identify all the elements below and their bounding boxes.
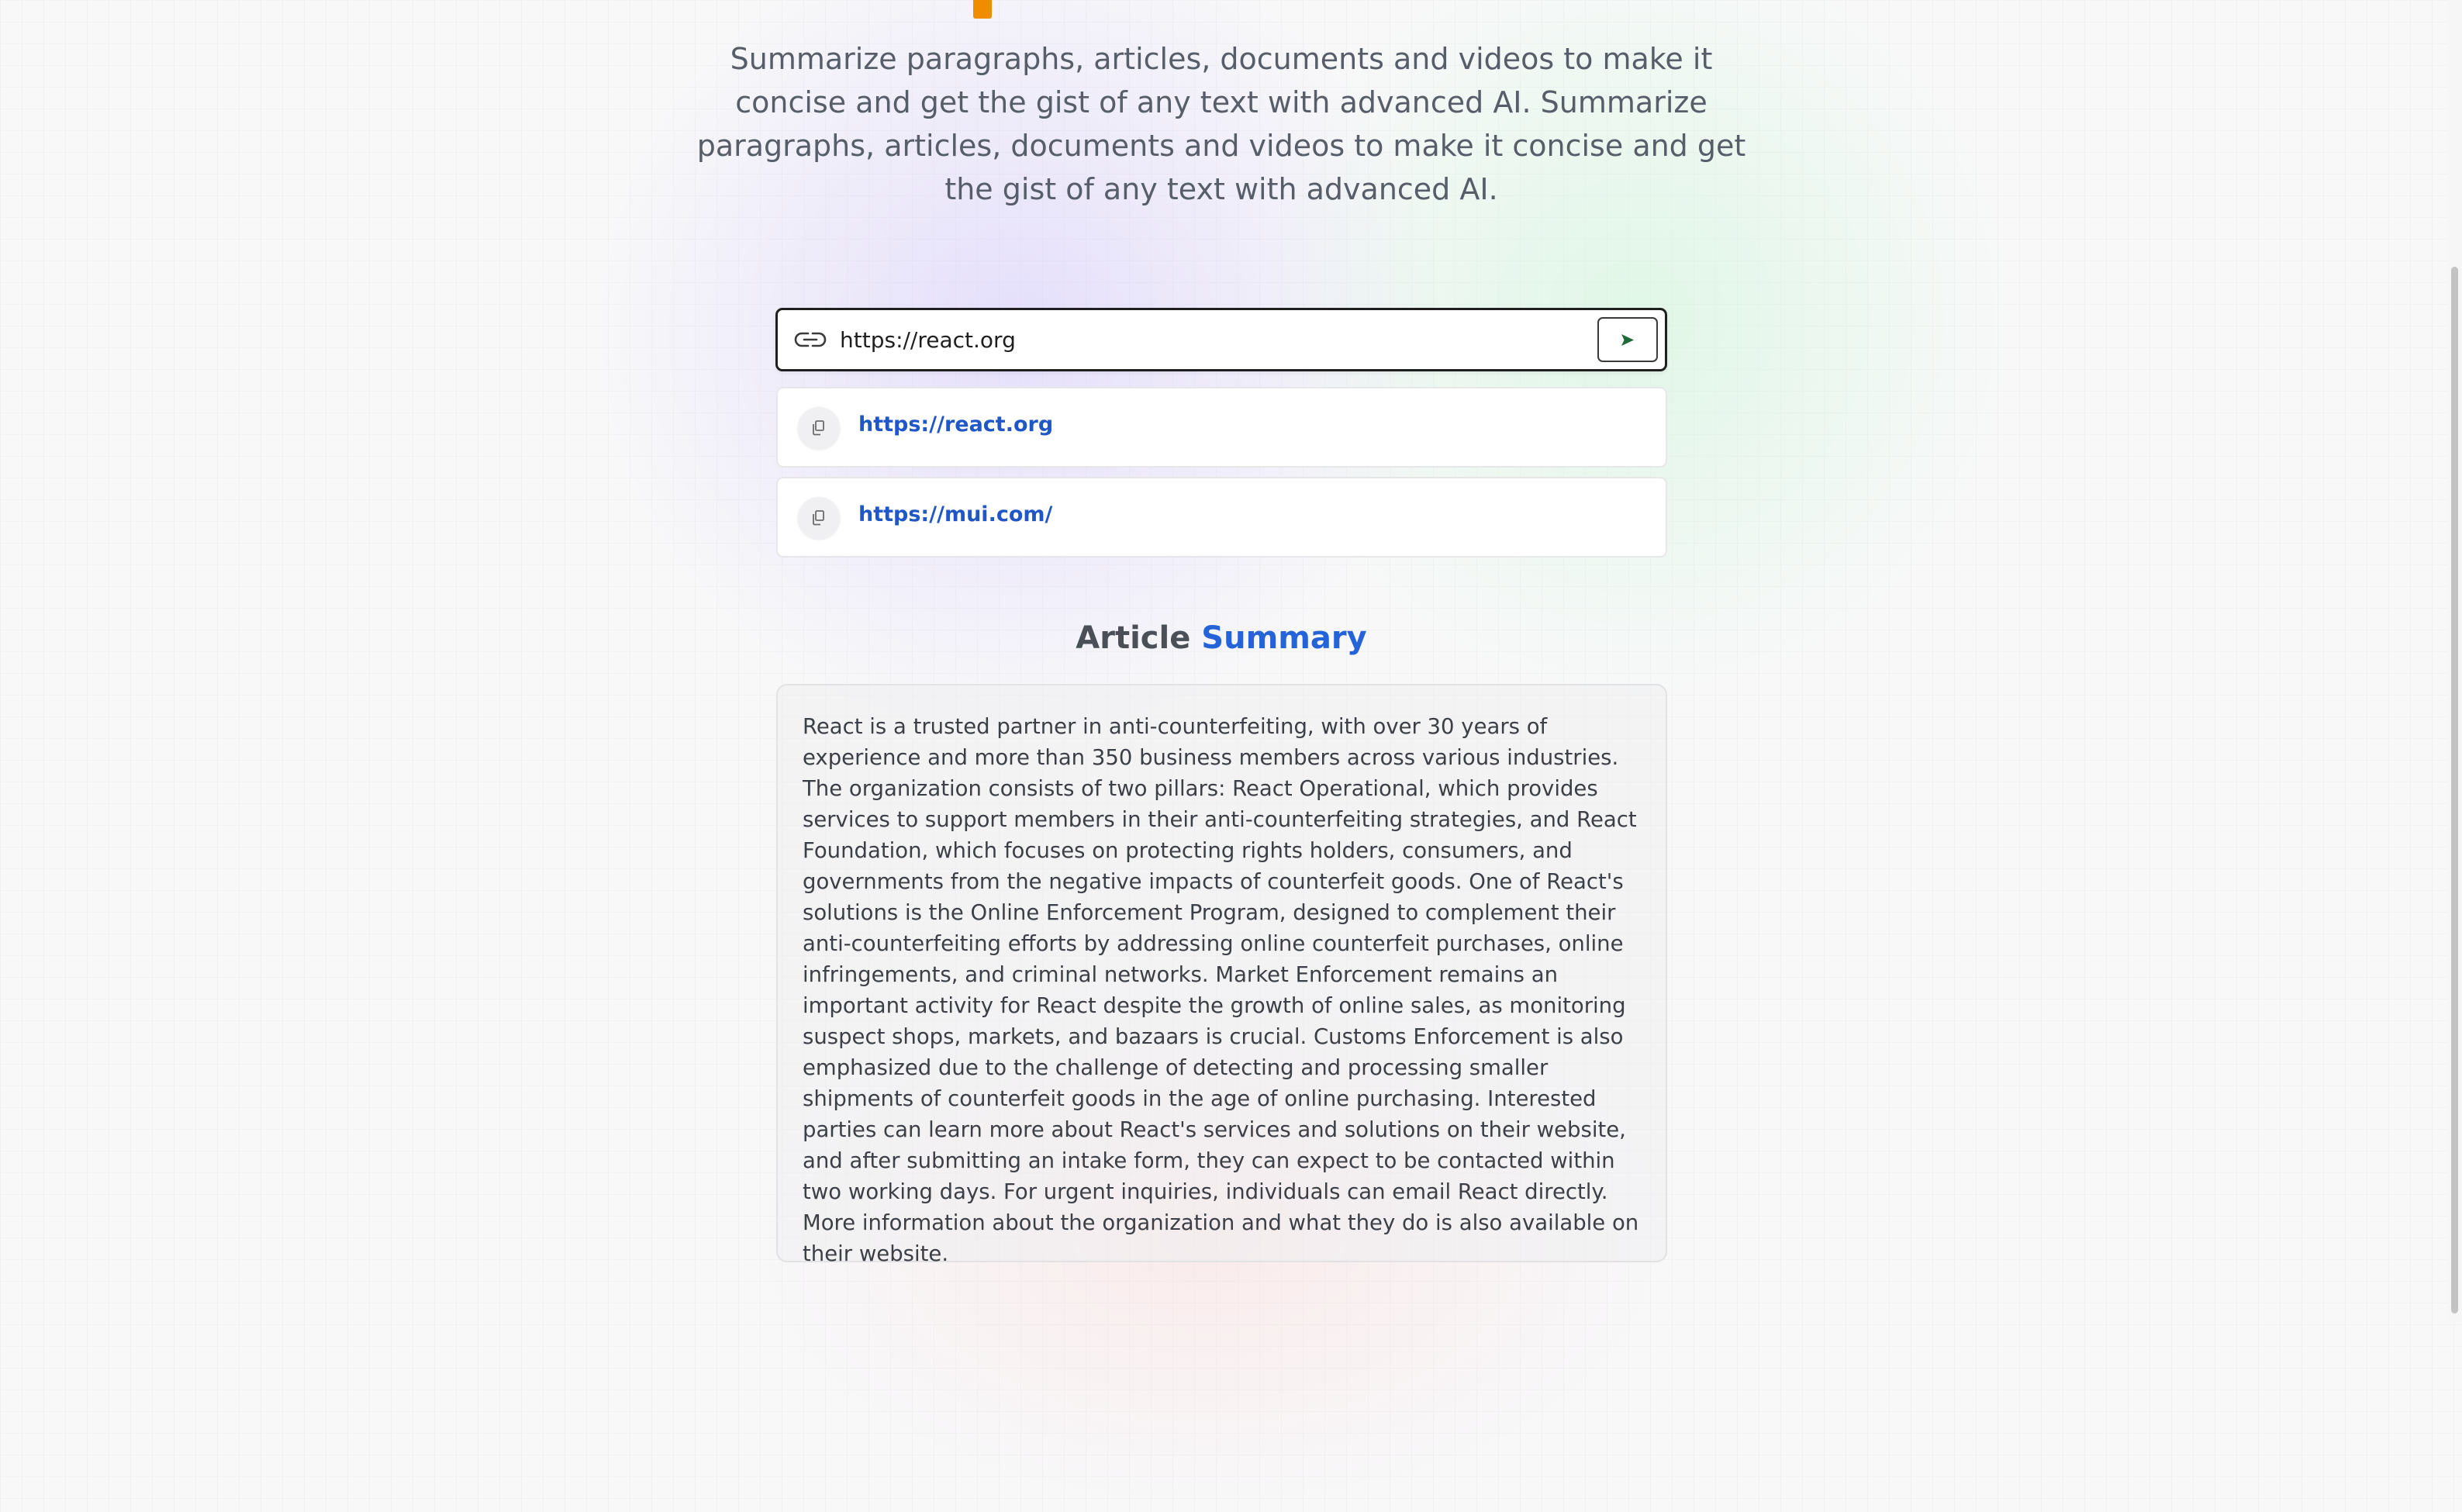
link-icon [794,332,827,347]
summary-heading-accent: Summary [1201,620,1367,656]
copy-icon [813,510,824,526]
copy-icon [813,420,824,436]
scrollbar-thumb[interactable] [2451,267,2458,1314]
copy-button[interactable] [798,497,840,539]
url-input[interactable] [840,318,1569,361]
vertical-scrollbar[interactable] [2447,0,2462,1322]
summary-heading: Article Summary [0,620,2443,656]
history-item[interactable]: https://mui.com/ [776,477,1667,558]
send-arrow-icon [1621,334,1634,346]
history-item-url[interactable]: https://react.org [858,413,1053,437]
history-item-url[interactable]: https://mui.com/ [858,502,1052,526]
submit-button[interactable] [1597,317,1658,362]
title-accent-mark [973,0,992,19]
hero-subtitle: Summarize paragraphs, articles, document… [696,42,1746,206]
url-history-list: https://react.org https://mui.com/ [776,387,1667,567]
url-form [775,308,1667,371]
copy-button[interactable] [798,407,840,449]
history-item[interactable]: https://react.org [776,387,1667,468]
summary-heading-prefix: Article [1076,620,1191,656]
summary-text: React is a trusted partner in anti-count… [803,714,1639,1266]
page: Summarize paragraphs, articles, document… [0,0,2462,1322]
summary-card: React is a trusted partner in anti-count… [776,684,1667,1266]
